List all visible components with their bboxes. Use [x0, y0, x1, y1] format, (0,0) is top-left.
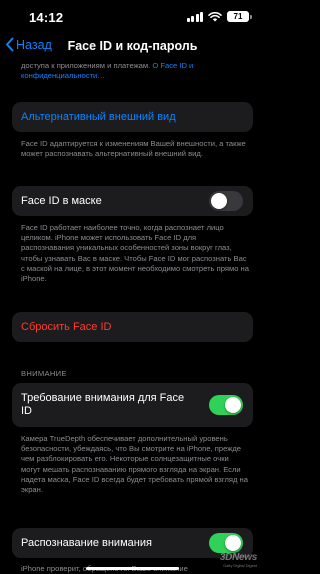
- attention-aware-label: Распознавание внимания: [21, 537, 152, 549]
- require-attention-label: Требование внимания для Face ID: [21, 392, 185, 417]
- require-attention-footer: Камера TrueDepth обеспечивает дополнител…: [21, 434, 248, 495]
- face-id-mask-toggle[interactable]: [209, 191, 243, 211]
- toggle-knob: [211, 193, 227, 209]
- watermark-brand: 3DNews: [219, 552, 257, 563]
- navigation-bar: Назад Face ID и код-пароль: [0, 34, 265, 60]
- require-attention-row: Требование внимания для Face ID: [12, 383, 253, 427]
- watermark-tagline: Daily Digital Digest: [223, 563, 257, 568]
- alternative-appearance-label: Альтернативный внешний вид: [21, 111, 176, 123]
- status-icons: 71: [186, 11, 252, 22]
- wifi-icon: [208, 11, 222, 21]
- intro-text: доступа к приложениям и платежам. О Face…: [21, 61, 249, 81]
- page-title: Face ID и код-пароль: [67, 39, 198, 53]
- battery-icon: 71: [227, 11, 252, 22]
- alternative-appearance-button[interactable]: Альтернативный внешний вид: [12, 102, 253, 132]
- attention-aware-toggle[interactable]: [209, 533, 243, 553]
- face-id-mask-row: Face ID в маске: [12, 186, 253, 216]
- toggle-knob: [225, 397, 241, 413]
- reset-face-id-button[interactable]: Сбросить Face ID: [12, 312, 253, 342]
- reset-face-id-label: Сбросить Face ID: [21, 321, 112, 333]
- face-id-mask-label: Face ID в маске: [21, 195, 102, 207]
- intro-text-body: доступа к приложениям и платежам.: [21, 61, 153, 70]
- alternative-appearance-footer: Face ID адаптируется к изменениям Вашей …: [21, 139, 246, 159]
- watermark-logo: 3DNews Daily Digital Digest: [220, 552, 257, 568]
- cellular-signal-icon: [186, 11, 203, 22]
- home-indicator[interactable]: [86, 567, 179, 570]
- attention-aware-row: Распознавание внимания: [12, 528, 253, 558]
- status-bar: 14:12 71: [0, 0, 265, 34]
- toggle-knob: [225, 535, 241, 551]
- status-time: 14:12: [29, 10, 64, 25]
- attention-section-header: ВНИМАНИЕ: [21, 369, 67, 378]
- require-attention-toggle[interactable]: [209, 395, 243, 415]
- face-id-mask-footer: Face ID работает наиболее точно, когда р…: [21, 223, 249, 284]
